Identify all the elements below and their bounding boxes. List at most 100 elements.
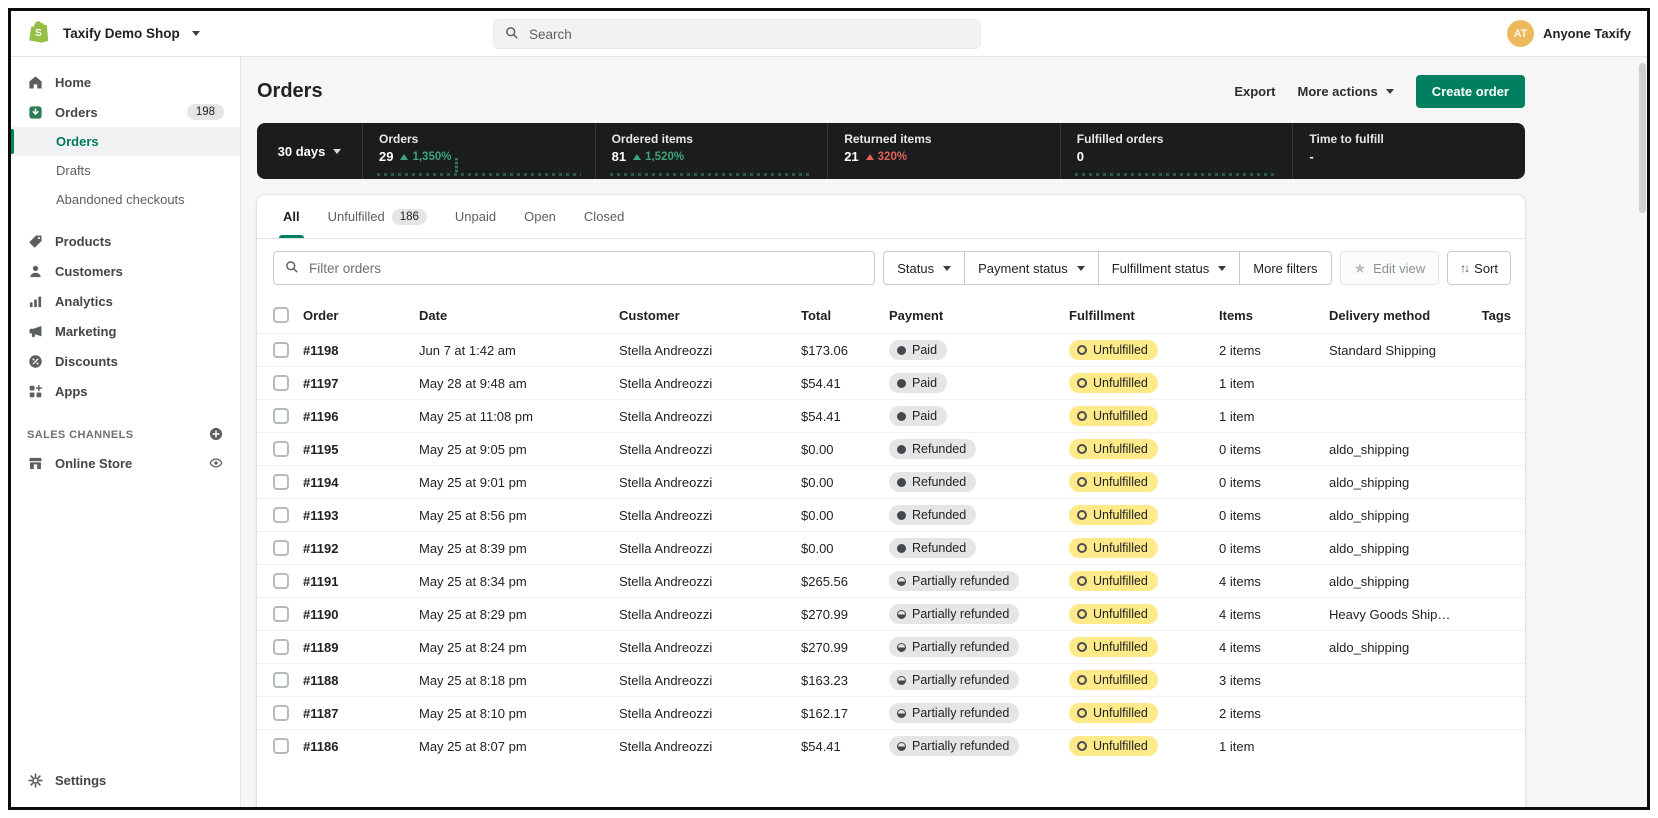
order-number[interactable]: #1188 xyxy=(303,673,419,688)
order-number[interactable]: #1190 xyxy=(303,607,419,622)
order-total: $270.99 xyxy=(801,639,848,655)
table-row[interactable]: #1189 May 25 at 8:24 pm Stella Andreozzi… xyxy=(257,630,1525,663)
metric-value: 21 xyxy=(844,149,859,164)
order-number[interactable]: #1198 xyxy=(303,343,419,358)
sidebar-item-online-store[interactable]: Online Store xyxy=(11,448,240,478)
column-header-total[interactable]: Total xyxy=(801,308,889,323)
row-checkbox[interactable] xyxy=(273,375,289,392)
sidebar-item-marketing[interactable]: Marketing xyxy=(11,316,240,346)
order-number[interactable]: #1195 xyxy=(303,442,419,457)
user-menu[interactable]: AT Anyone Taxify xyxy=(1507,20,1647,47)
edit-view-label: Edit view xyxy=(1373,260,1426,276)
table-row[interactable]: #1195 May 25 at 9:05 pm Stella Andreozzi… xyxy=(257,432,1525,465)
order-number[interactable]: #1186 xyxy=(303,739,419,754)
filter-orders-input[interactable] xyxy=(307,259,865,277)
table-row[interactable]: #1194 May 25 at 9:01 pm Stella Andreozzi… xyxy=(257,465,1525,498)
table-row[interactable]: #1192 May 25 at 8:39 pm Stella Andreozzi… xyxy=(257,531,1525,564)
tab-unfulfilled[interactable]: Unfulfilled 186 xyxy=(314,195,441,238)
global-search[interactable] xyxy=(493,19,981,49)
order-customer: Stella Andreozzi xyxy=(619,672,713,688)
order-items-count: 0 items xyxy=(1219,474,1261,490)
table-row[interactable]: #1188 May 25 at 8:18 pm Stella Andreozzi… xyxy=(257,663,1525,696)
sidebar-item-analytics[interactable]: Analytics xyxy=(11,286,240,316)
tab-unpaid[interactable]: Unpaid xyxy=(441,195,510,238)
filter-orders-field[interactable] xyxy=(273,251,876,285)
chevron-down-icon xyxy=(1385,88,1394,94)
table-row[interactable]: #1191 May 25 at 8:34 pm Stella Andreozzi… xyxy=(257,564,1525,597)
search-input[interactable] xyxy=(527,25,970,43)
row-checkbox[interactable] xyxy=(273,639,289,656)
order-items-count: 2 items xyxy=(1219,342,1261,358)
row-checkbox[interactable] xyxy=(273,507,289,524)
sidebar-item-home[interactable]: Home xyxy=(11,67,240,97)
eye-icon[interactable] xyxy=(208,455,224,471)
date-range-selector[interactable]: 30 days xyxy=(257,123,363,179)
order-number[interactable]: #1194 xyxy=(303,475,419,490)
row-checkbox[interactable] xyxy=(273,672,289,689)
more-actions-button[interactable]: More actions xyxy=(1298,84,1394,99)
table-row[interactable]: #1198 Jun 7 at 1:42 am Stella Andreozzi … xyxy=(257,333,1525,366)
table-row[interactable]: #1187 May 25 at 8:10 pm Stella Andreozzi… xyxy=(257,696,1525,729)
shop-switcher[interactable]: S Taxify Demo Shop xyxy=(11,19,241,48)
sidebar-subitem-orders[interactable]: Orders xyxy=(11,127,240,156)
column-header-date[interactable]: Date xyxy=(419,308,619,323)
scrollbar-thumb[interactable] xyxy=(1639,63,1646,213)
tab-all[interactable]: All xyxy=(269,195,314,238)
metric-orders[interactable]: Orders 29 1,350% xyxy=(363,123,596,179)
order-number[interactable]: #1189 xyxy=(303,640,419,655)
order-number[interactable]: #1197 xyxy=(303,376,419,391)
tab-open[interactable]: Open xyxy=(510,195,570,238)
select-all-checkbox[interactable] xyxy=(273,307,289,324)
order-items-count: 0 items xyxy=(1219,540,1261,556)
metric-fulfilled-orders[interactable]: Fulfilled orders 0 xyxy=(1061,123,1294,179)
table-row[interactable]: #1196 May 25 at 11:08 pm Stella Andreozz… xyxy=(257,399,1525,432)
sidebar-item-apps[interactable]: Apps xyxy=(11,376,240,406)
order-number[interactable]: #1187 xyxy=(303,706,419,721)
more-filters-button[interactable]: More filters xyxy=(1240,251,1332,285)
column-header-order[interactable]: Order xyxy=(303,308,419,323)
column-header-fulfillment[interactable]: Fulfillment xyxy=(1069,308,1219,323)
sidebar-item-orders[interactable]: Orders 198 xyxy=(11,97,240,127)
create-order-button[interactable]: Create order xyxy=(1415,74,1525,108)
column-header-items[interactable]: Items xyxy=(1219,308,1329,323)
order-number[interactable]: #1193 xyxy=(303,508,419,523)
row-checkbox[interactable] xyxy=(273,738,289,755)
sidebar-item-settings[interactable]: Settings xyxy=(11,765,240,795)
add-channel-icon[interactable] xyxy=(208,426,224,445)
order-number[interactable]: #1191 xyxy=(303,574,419,589)
sidebar-subitem-abandoned-checkouts[interactable]: Abandoned checkouts xyxy=(11,185,240,214)
sort-button[interactable]: ↑↓ Sort xyxy=(1447,251,1511,285)
table-row[interactable]: #1197 May 28 at 9:48 am Stella Andreozzi… xyxy=(257,366,1525,399)
column-header-tags[interactable]: Tags xyxy=(1455,308,1511,323)
row-checkbox[interactable] xyxy=(273,705,289,722)
metric-ordered-items[interactable]: Ordered items 81 1,520% xyxy=(596,123,829,179)
table-row[interactable]: #1193 May 25 at 8:56 pm Stella Andreozzi… xyxy=(257,498,1525,531)
export-button[interactable]: Export xyxy=(1234,84,1275,99)
table-row[interactable]: #1186 May 25 at 8:07 pm Stella Andreozzi… xyxy=(257,729,1525,762)
order-number[interactable]: #1196 xyxy=(303,409,419,424)
fulfillment-status-icon xyxy=(1077,675,1087,685)
column-header-delivery-method[interactable]: Delivery method xyxy=(1329,308,1455,323)
row-checkbox[interactable] xyxy=(273,441,289,458)
row-checkbox[interactable] xyxy=(273,474,289,491)
column-header-payment[interactable]: Payment xyxy=(889,308,1069,323)
metric-returned-items[interactable]: Returned items 21 320% xyxy=(828,123,1061,179)
row-checkbox[interactable] xyxy=(273,408,289,425)
fulfillment-status-filter-button[interactable]: Fulfillment status xyxy=(1098,251,1241,285)
edit-view-button[interactable]: ★ Edit view xyxy=(1339,251,1440,285)
status-filter-button[interactable]: Status xyxy=(883,251,966,285)
metric-time-to-fulfill[interactable]: Time to fulfill - xyxy=(1293,123,1525,179)
row-checkbox[interactable] xyxy=(273,573,289,590)
tab-closed[interactable]: Closed xyxy=(570,195,638,238)
column-header-customer[interactable]: Customer xyxy=(619,308,801,323)
order-number[interactable]: #1192 xyxy=(303,541,419,556)
sidebar-item-discounts[interactable]: Discounts xyxy=(11,346,240,376)
row-checkbox[interactable] xyxy=(273,342,289,359)
sidebar-item-products[interactable]: Products xyxy=(11,226,240,256)
sidebar-subitem-drafts[interactable]: Drafts xyxy=(11,156,240,185)
payment-status-filter-button[interactable]: Payment status xyxy=(965,251,1099,285)
table-row[interactable]: #1190 May 25 at 8:29 pm Stella Andreozzi… xyxy=(257,597,1525,630)
row-checkbox[interactable] xyxy=(273,540,289,557)
row-checkbox[interactable] xyxy=(273,606,289,623)
sidebar-item-customers[interactable]: Customers xyxy=(11,256,240,286)
